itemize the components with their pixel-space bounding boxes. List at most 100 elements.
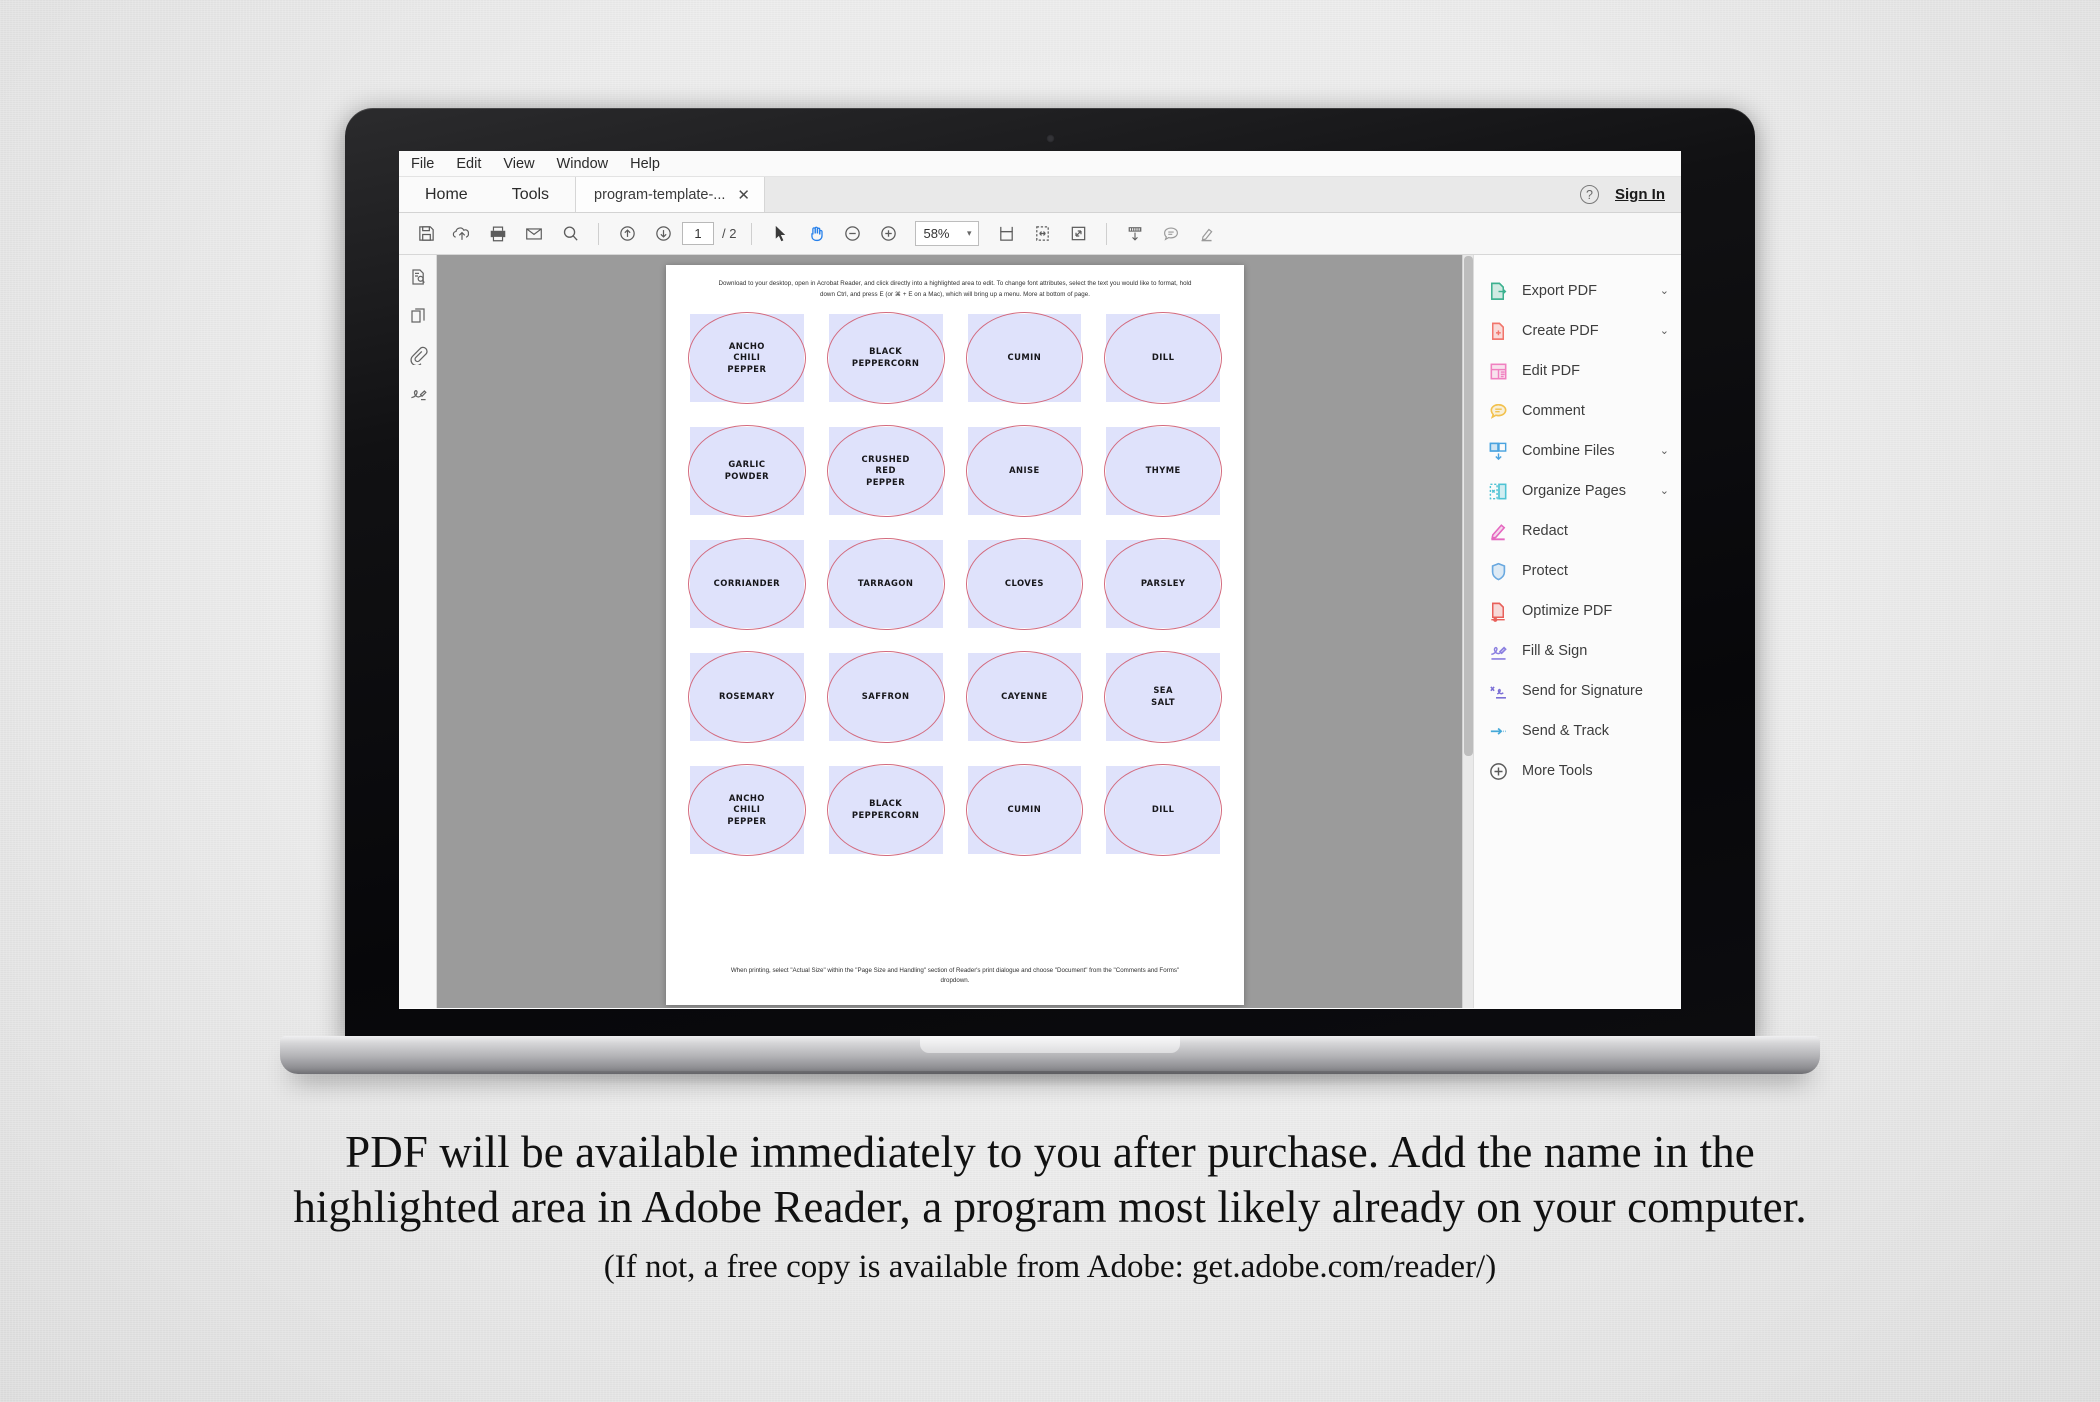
spice-label-field[interactable]: ANCHO CHILI PEPPER [688,764,806,857]
email-icon[interactable] [517,219,551,249]
laptop-screen: File Edit View Window Help Home Tools pr… [399,151,1681,1009]
laptop-mockup: File Edit View Window Help Home Tools pr… [280,108,1820,1087]
spice-label-field[interactable]: THYME [1104,425,1222,518]
zoom-in-button[interactable] [871,219,905,249]
document-tab[interactable]: program-template-... ✕ [575,177,765,212]
tool-item-protect[interactable]: Protect [1474,551,1681,591]
menu-edit[interactable]: Edit [456,156,481,172]
menu-window[interactable]: Window [557,156,609,172]
thumbnails-icon[interactable] [408,267,428,292]
spice-label-field[interactable]: GARLIC POWDER [688,425,806,518]
tool-item-label: Fill & Sign [1522,643,1588,659]
hand-icon[interactable] [799,219,833,249]
print-icon[interactable] [481,219,515,249]
tool-item-comment[interactable]: Comment [1474,391,1681,431]
tool-item-create-pdf[interactable]: Create PDF ⌄ [1474,311,1681,351]
menu-file[interactable]: File [411,156,434,172]
close-icon[interactable]: ✕ [737,186,750,204]
spice-label-text: SAFFRON [861,691,910,702]
chevron-down-icon[interactable]: ⌄ [1660,325,1669,337]
spice-label-field[interactable]: CORRIANDER [688,538,806,631]
search-icon[interactable] [553,219,587,249]
tool-item-send-track[interactable]: Send & Track [1474,711,1681,751]
spice-label-field[interactable]: CRUSHED RED PEPPER [826,425,945,518]
spice-label-field[interactable]: CUMIN [965,312,1084,405]
spice-label-field[interactable]: SEA SALT [1104,651,1222,744]
chevron-down-icon: ▾ [966,228,972,238]
spice-label-field[interactable]: CUMIN [965,764,1084,857]
pdf-instruction-top: Download to your desktop, open in Acroba… [718,280,1192,298]
spice-label-field[interactable]: CLOVES [965,538,1084,631]
spice-label-field[interactable]: ROSEMARY [688,651,806,744]
fit-page-icon[interactable] [989,219,1023,249]
spice-label-field[interactable]: PARSLEY [1104,538,1222,631]
tool-item-label: Create PDF [1522,323,1599,339]
tab-home[interactable]: Home [403,177,490,212]
tool-item-label: Organize Pages [1522,483,1626,499]
next-page-icon[interactable] [646,219,680,249]
spice-label-text: PARSLEY [1140,578,1186,589]
tool-item-redact[interactable]: Redact [1474,511,1681,551]
tool-item-label: More Tools [1522,763,1593,779]
menu-help[interactable]: Help [630,156,660,172]
tool-item-combine-files[interactable]: Combine Files ⌄ [1474,431,1681,471]
spice-label-text: THYME [1145,465,1181,476]
tool-item-export-pdf[interactable]: Export PDF ⌄ [1474,271,1681,311]
spice-label-field[interactable]: DILL [1104,312,1222,405]
spice-label-field[interactable]: ANCHO CHILI PEPPER [688,312,806,405]
tab-bar-left: Home Tools [399,177,576,212]
tool-item-optimize-pdf[interactable]: Optimize PDF [1474,591,1681,631]
upload-cloud-icon[interactable] [445,219,479,249]
spice-label-text: CUMIN [1007,804,1042,815]
comment-icon[interactable] [1154,219,1188,249]
zoom-out-button[interactable] [835,219,869,249]
tool-item-more-tools[interactable]: More Tools [1474,751,1681,791]
chevron-down-icon[interactable]: ⌄ [1660,285,1669,297]
chevron-down-icon[interactable]: ⌄ [1660,485,1669,497]
attachment-clip-icon[interactable] [408,345,428,370]
zoom-level-select[interactable]: 58% ▾ [915,221,980,246]
spice-label-field[interactable]: TARRAGON [826,538,945,631]
tool-item-label: Send for Signature [1522,683,1643,699]
spice-label-field[interactable]: DILL [1104,764,1222,857]
menu-view[interactable]: View [503,156,534,172]
spice-label-field[interactable]: BLACK PEPPERCORN [826,312,945,405]
highlight-icon[interactable] [1190,219,1224,249]
tab-bar-right: ? Sign In [1580,177,1681,212]
spice-label-text: TARRAGON [857,578,914,589]
signature-icon[interactable] [408,384,428,409]
fill-form-icon[interactable] [1118,219,1152,249]
page-thumbnails-icon[interactable] [408,306,428,331]
caption-line-1: PDF will be available immediately to you… [345,1127,1755,1177]
redact-icon [1488,521,1509,542]
organize-pages-icon [1488,481,1509,502]
page-number-input[interactable]: 1 [682,222,714,245]
spice-label-text: ANCHO CHILI PEPPER [727,340,767,374]
spice-label-text: CORRIANDER [713,578,781,589]
pdf-page: Download to your desktop, open in Acroba… [666,265,1244,1005]
tool-item-edit-pdf[interactable]: Edit PDF [1474,351,1681,391]
fullscreen-icon[interactable] [1061,219,1095,249]
vertical-scrollbar[interactable] [1462,255,1473,1008]
spice-label-grid: ANCHO CHILI PEPPER BLACK PEPPERCORN CUMIN D… [688,312,1222,857]
fill-sign-icon [1488,641,1509,662]
more-tools-plus-icon [1488,761,1509,782]
scrollbar-thumb[interactable] [1464,256,1473,756]
tool-item-send-for-signature[interactable]: Send for Signature [1474,671,1681,711]
chevron-down-icon[interactable]: ⌄ [1660,445,1669,457]
cursor-arrow-icon[interactable] [763,219,797,249]
save-icon[interactable] [409,219,443,249]
spice-label-field[interactable]: BLACK PEPPERCORN [826,764,945,857]
tab-tools[interactable]: Tools [490,177,571,212]
previous-page-icon[interactable] [610,219,644,249]
send-signature-icon [1488,681,1509,702]
sign-in-button[interactable]: Sign In [1615,186,1665,203]
tool-item-organize-pages[interactable]: Organize Pages ⌄ [1474,471,1681,511]
fit-width-icon[interactable] [1025,219,1059,249]
spice-label-text: CAYENNE [1001,691,1048,702]
help-icon[interactable]: ? [1580,185,1599,204]
spice-label-field[interactable]: SAFFRON [826,651,945,744]
spice-label-field[interactable]: ANISE [965,425,1084,518]
tool-item-fill-sign[interactable]: Fill & Sign [1474,631,1681,671]
spice-label-field[interactable]: CAYENNE [965,651,1084,744]
